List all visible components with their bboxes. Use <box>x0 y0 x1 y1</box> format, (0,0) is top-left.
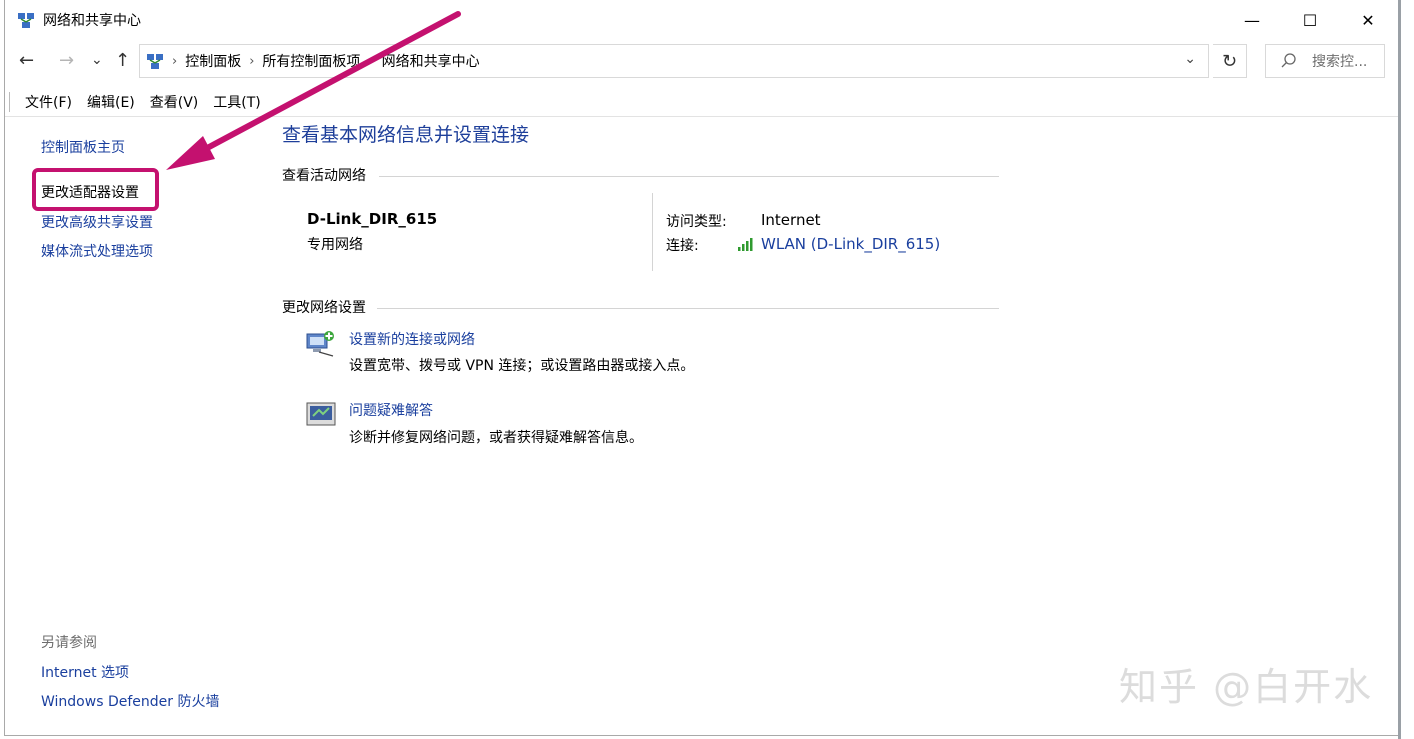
annotation-arrow-icon <box>166 11 461 170</box>
